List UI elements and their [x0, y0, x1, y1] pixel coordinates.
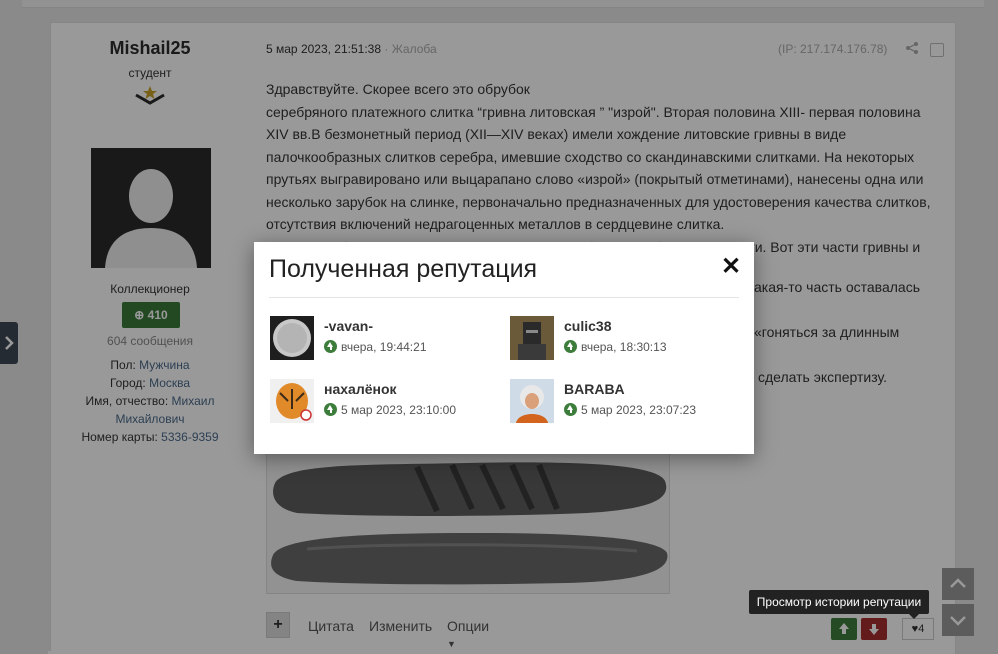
- user-avatar[interactable]: [270, 316, 314, 360]
- arrow-up-icon: [564, 340, 577, 353]
- rep-entry: нахалёнок 5 мар 2023, 23:10:00: [270, 379, 500, 425]
- user-name[interactable]: BARABA: [564, 381, 625, 397]
- rep-time: вчера, 19:44:21: [324, 340, 427, 354]
- arrow-up-icon: [564, 403, 577, 416]
- arrow-up-icon: [324, 340, 337, 353]
- modal-divider: [269, 297, 739, 298]
- user-name[interactable]: -vavan-: [324, 318, 373, 334]
- rep-time: вчера, 18:30:13: [564, 340, 667, 354]
- user-name[interactable]: culic38: [564, 318, 611, 334]
- user-avatar[interactable]: [510, 316, 554, 360]
- rep-time: 5 мар 2023, 23:10:00: [324, 403, 456, 417]
- rep-entry: BARABA 5 мар 2023, 23:07:23: [510, 379, 740, 425]
- rep-time-value: 5 мар 2023, 23:10:00: [341, 403, 457, 417]
- rep-time-value: вчера, 19:44:21: [341, 340, 427, 354]
- rep-time: 5 мар 2023, 23:07:23: [564, 403, 696, 417]
- rep-entry: -vavan- вчера, 19:44:21: [270, 316, 500, 362]
- rep-time-value: 5 мар 2023, 23:07:23: [581, 403, 697, 417]
- user-avatar[interactable]: [510, 379, 554, 423]
- close-icon[interactable]: ✕: [718, 254, 744, 280]
- user-avatar[interactable]: [270, 379, 314, 423]
- rep-time-value: вчера, 18:30:13: [581, 340, 667, 354]
- user-name[interactable]: нахалёнок: [324, 381, 397, 397]
- arrow-up-icon: [324, 403, 337, 416]
- rep-entry: culic38 вчера, 18:30:13: [510, 316, 740, 362]
- reputation-modal: Полученная репутация ✕ -vavan- вчера, 19…: [254, 242, 754, 454]
- tooltip: Просмотр истории репутации: [749, 590, 929, 619]
- modal-title: Полученная репутация: [269, 255, 538, 283]
